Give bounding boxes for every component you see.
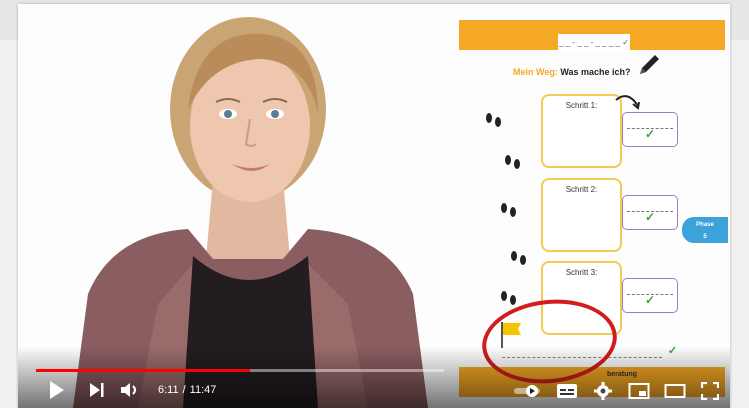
check-icon: ✓ [645,293,656,307]
answer-box-1: ✓ [622,112,678,147]
phase-badge-number: 5 [703,234,707,240]
step-label: Schritt 2: [565,185,598,194]
worksheet-title-accent: Mein Weg: [513,67,558,77]
miniplayer-icon[interactable] [628,382,650,400]
phase-badge-label: Phase [696,222,714,228]
duration: 11:47 [189,384,217,396]
step-label: Schritt 3: [565,268,598,277]
video-player[interactable]: _ _ - _ _ - _ _ _ _ ✓ Mein Weg: Was mach… [18,4,730,408]
answer-box-2: ✓ [622,195,678,230]
current-time: 6:11 [158,384,179,396]
theater-mode-icon[interactable] [664,382,686,400]
gear-icon[interactable] [593,381,613,401]
progress-bar[interactable] [36,369,444,372]
footprints-icon [511,251,526,265]
next-icon[interactable] [88,382,106,398]
step-label: Schritt 1: [565,101,598,110]
volume-icon[interactable] [120,381,142,399]
answer-box-3: ✓ [622,278,678,313]
check-icon: ✓ [645,210,656,224]
time-display: 6:11/11:47 [156,384,218,396]
pencil-icon [640,55,659,74]
worksheet-title: Mein Weg: Was mache ich? [513,67,631,77]
footprints-icon [505,155,520,169]
progress-played [36,369,251,372]
phase-badge: Phase 5 [682,217,728,243]
fullscreen-icon[interactable] [701,382,719,400]
footprints-icon [486,113,501,127]
play-icon[interactable] [48,380,66,400]
curved-arrow-icon [615,95,640,110]
check-icon: ✓ [645,127,656,141]
worksheet-tab: _ _ - _ _ - _ _ _ _ ✓ [558,34,630,52]
time-separator: / [182,384,186,396]
step-box-2: Schritt 2: [541,178,622,252]
footprints-icon [501,203,516,217]
autoplay-toggle-icon[interactable] [512,384,542,398]
captions-icon[interactable] [556,382,578,400]
step-box-1: Schritt 1: [541,94,622,168]
worksheet-title-rest: Was mache ich? [560,67,631,77]
